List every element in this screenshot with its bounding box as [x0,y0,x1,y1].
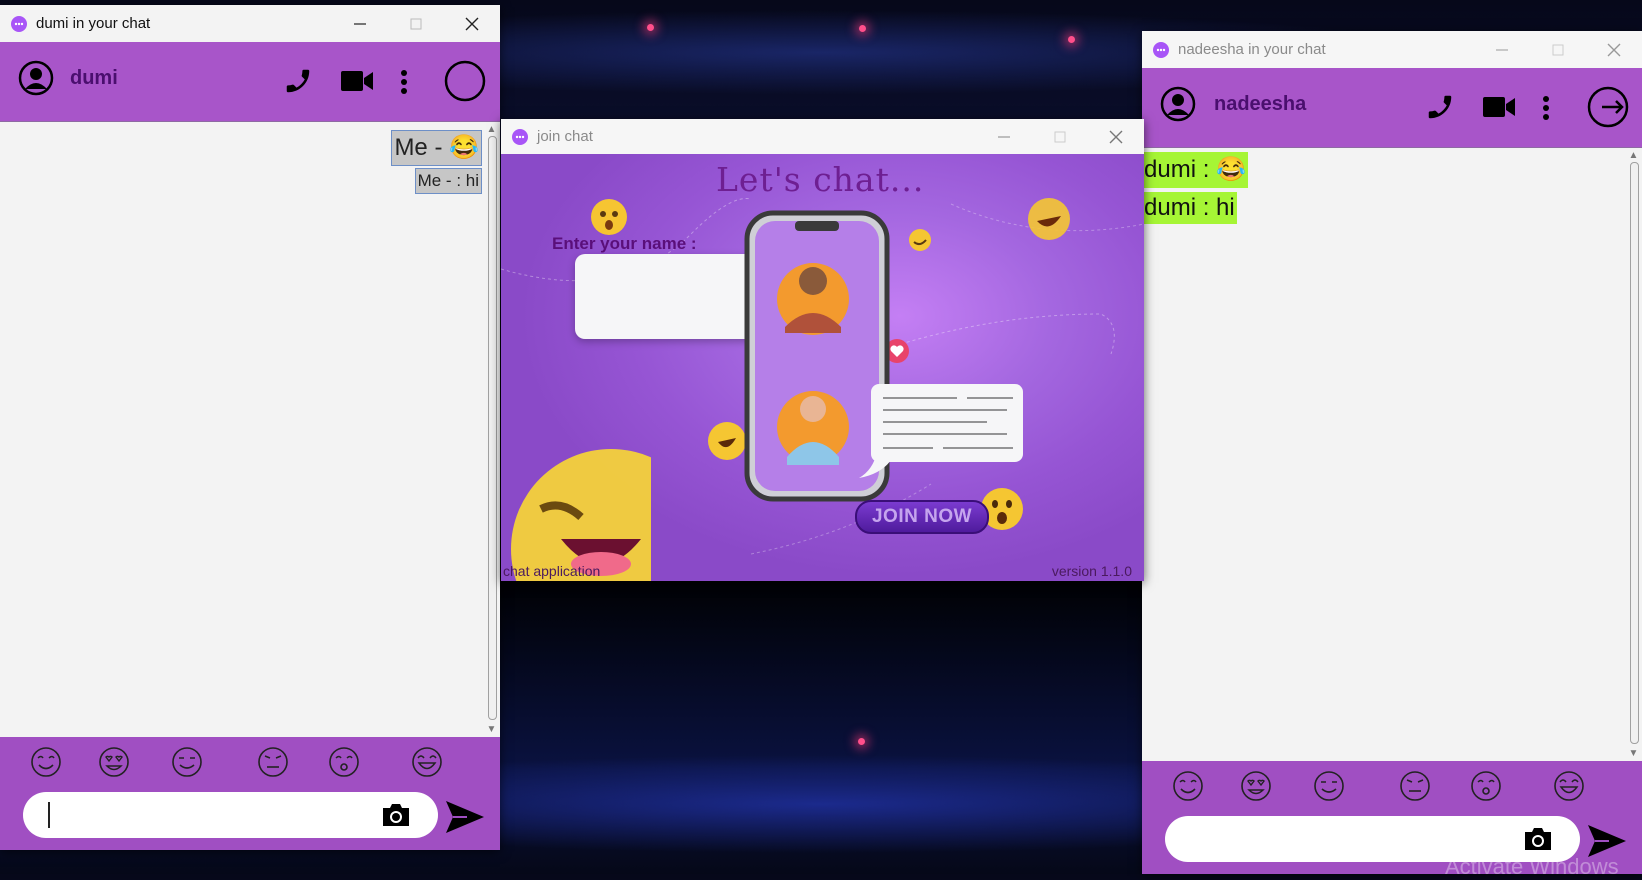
minimize-button[interactable] [1474,31,1530,68]
activation-watermark: Activate Windows [1445,854,1619,879]
maximize-button[interactable] [388,5,444,42]
minimize-icon [1496,48,1508,51]
close-button[interactable] [1088,119,1144,154]
app-chat-icon [512,128,528,145]
big-laughing-emoji-icon [511,449,651,581]
reply-bubble [859,384,1023,478]
close-icon [1109,130,1123,143]
scroll-down-icon[interactable]: ▼ [1628,748,1639,760]
more-options-icon[interactable] [400,69,408,95]
app-chat-icon [11,15,27,32]
message-bubble: dumi : 😂 [1142,152,1248,188]
minimize-icon [354,22,366,25]
more-options-icon[interactable] [1542,95,1550,121]
join-heading: Let's chat... [716,160,925,199]
background-light [1068,36,1075,43]
close-button[interactable] [444,5,500,42]
dumi-chat-window: dumi in your chat dumi Me - 😂 Me - : hi … [0,5,500,850]
heart-eyes-emoji-icon[interactable] [1239,769,1273,803]
text-cursor [48,802,50,828]
background-light [647,24,654,31]
contact-name: dumi [70,67,118,89]
maximize-icon [410,18,422,29]
chat-header: dumi [0,42,500,121]
maximize-button[interactable] [1032,119,1088,154]
name-label: Enter your name : [552,234,697,253]
maximize-icon [1552,44,1564,55]
minimize-icon [998,135,1010,138]
message-list[interactable]: Me - 😂 Me - : hi ▲ ▼ [0,121,500,738]
scroll-thumb[interactable] [488,136,497,720]
send-icon[interactable] [445,800,485,834]
join-chat-panel: Let's chat... Enter your name : JOIN NOW… [501,154,1144,581]
scroll-thumb[interactable] [1630,162,1639,744]
grin-emoji-icon[interactable] [1312,769,1346,803]
app-name-label: chat application [503,563,601,579]
logout-icon[interactable] [444,60,486,102]
scroll-up-icon[interactable]: ▲ [486,124,497,136]
worried-emoji-icon[interactable] [1398,769,1432,803]
send-icon[interactable] [1587,824,1627,858]
laugh-emoji-icon[interactable] [1552,769,1586,803]
dizzy-emoji-icon [591,199,627,235]
vertical-scrollbar[interactable]: ▲ ▼ [485,122,498,738]
nadeesha-chat-window: nadeesha in your chat nadeesha dumi : 😂 … [1142,31,1642,874]
maximize-icon [1054,131,1066,142]
camera-icon[interactable] [1522,826,1554,852]
contact-name: nadeesha [1214,93,1307,115]
vertical-scrollbar[interactable]: ▲ ▼ [1627,148,1640,762]
worried-emoji-icon[interactable] [256,745,290,779]
maximize-button[interactable] [1530,31,1586,68]
title-bar[interactable]: dumi in your chat [0,5,500,42]
smile-emoji-icon[interactable] [29,745,63,779]
minimize-button[interactable] [332,5,388,42]
close-button[interactable] [1586,31,1642,68]
heart-eyes-emoji-icon[interactable] [97,745,131,779]
kiss-emoji-icon[interactable] [327,745,361,779]
name-input[interactable] [575,254,758,339]
version-label: version 1.1.0 [1051,563,1132,579]
laughing-emoji-icon [1028,198,1070,240]
title-bar[interactable]: nadeesha in your chat [1142,31,1642,68]
chat-header: nadeesha [1142,68,1642,147]
emoji-bar [1142,769,1642,807]
window-title: join chat [537,128,593,145]
message-bubble: dumi : hi [1142,192,1237,224]
emoji-bar [0,745,500,783]
app-chat-icon [1153,41,1169,58]
close-icon [1607,43,1621,56]
message-list[interactable]: dumi : 😂 dumi : hi ▲ ▼ [1142,147,1642,762]
scroll-down-icon[interactable]: ▼ [486,724,497,736]
video-icon[interactable] [340,68,374,94]
phone-icon[interactable] [283,66,313,96]
message-input[interactable] [23,792,438,838]
smirk-emoji-icon [909,229,931,251]
close-icon [465,17,479,30]
window-title: nadeesha in your chat [1178,41,1326,58]
camera-icon[interactable] [380,802,412,828]
chat-footer [0,737,500,850]
laugh-emoji-icon[interactable] [410,745,444,779]
background-light [859,25,866,32]
avatar-icon [18,60,54,96]
message-bubble: Me - : hi [414,168,482,194]
kiss-emoji-icon[interactable] [1469,769,1503,803]
avatar-icon [1160,86,1196,122]
background-light [858,738,865,745]
logout-icon[interactable] [1587,86,1629,128]
title-bar[interactable]: join chat [501,119,1144,154]
phone-icon[interactable] [1425,92,1455,122]
grin-emoji-icon[interactable] [170,745,204,779]
minimize-button[interactable] [976,119,1032,154]
join-chat-window: join chat Let's chat... Enter your name … [501,119,1144,581]
smile-emoji-icon[interactable] [1171,769,1205,803]
scroll-up-icon[interactable]: ▲ [1628,150,1639,162]
join-now-button[interactable]: JOIN NOW [855,500,989,534]
video-icon[interactable] [1482,94,1516,120]
message-bubble: Me - 😂 [391,130,482,166]
window-title: dumi in your chat [36,15,151,32]
